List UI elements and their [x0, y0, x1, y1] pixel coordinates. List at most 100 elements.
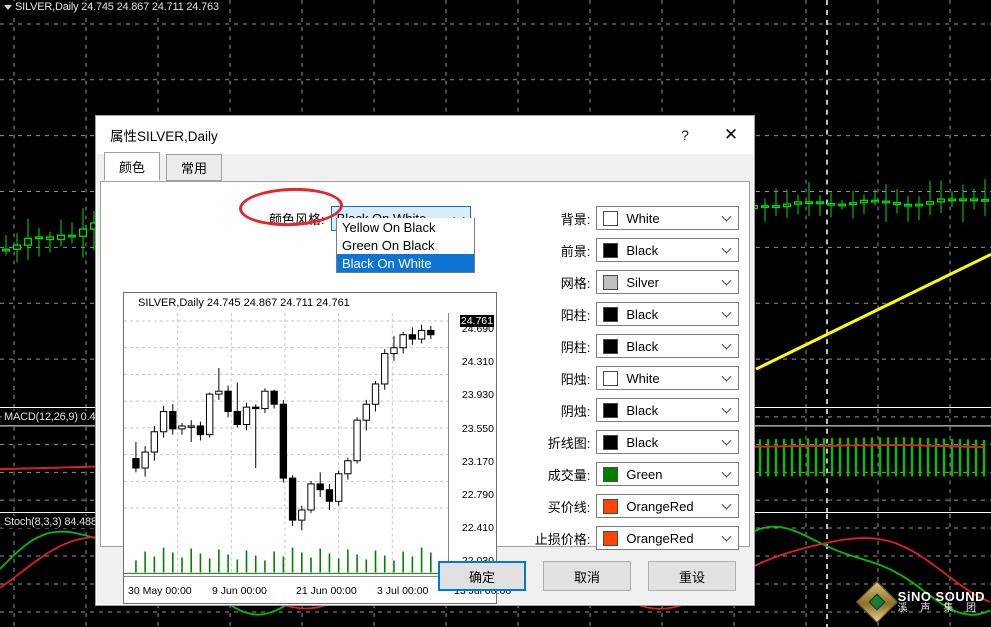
color-select[interactable]: White — [596, 366, 739, 390]
color-swatch — [603, 210, 619, 226]
color-scheme-option[interactable]: Yellow On Black — [337, 218, 474, 236]
preview-plot-canvas — [124, 313, 448, 577]
color-value: White — [626, 370, 660, 386]
color-swatch — [603, 402, 619, 418]
ok-button[interactable]: 确定 — [438, 561, 526, 591]
color-swatch — [603, 466, 619, 482]
color-setting-label: 成交量: — [547, 467, 591, 483]
color-setting-row: 阴柱: Black — [531, 330, 739, 362]
tab-colors[interactable]: 颜色 — [104, 152, 161, 181]
chevron-down-icon — [721, 211, 732, 222]
chevron-down-icon — [721, 403, 732, 414]
color-value: Black — [626, 242, 659, 258]
logo-text-cn: 溪 声 集 团 — [897, 602, 981, 614]
color-select[interactable]: White — [596, 206, 739, 230]
color-swatch — [603, 370, 619, 386]
color-scheme-option[interactable]: Black On White — [337, 254, 474, 272]
collapse-arrow-icon[interactable] — [4, 4, 12, 10]
color-setting-label: 阴烛: — [560, 403, 591, 419]
color-swatch — [603, 274, 619, 290]
tab-common[interactable]: 常用 — [166, 154, 223, 181]
color-setting-label: 阴柱: — [560, 339, 591, 355]
color-value: Black — [626, 434, 659, 450]
color-setting-label: 网格: — [560, 275, 591, 291]
color-setting-row: 买价线: OrangeRed — [531, 490, 739, 522]
color-select[interactable]: Green — [596, 462, 739, 486]
panel-clip-mask — [531, 182, 746, 198]
color-scheme-option[interactable]: Green On Black — [337, 236, 474, 254]
color-settings-list: 背景: White 前景: Black 网格: Silver 阳柱: Black 阴柱: Blac… — [531, 202, 739, 554]
color-select[interactable]: Silver — [596, 270, 739, 294]
price-pane-label: SILVER,Daily 24.745 24.867 24.711 24.763 — [2, 1, 221, 13]
price-tick-label: 23.170 — [461, 455, 494, 468]
color-scheme-dropdown-list[interactable]: Yellow On Black Green On Black Black On Wh… — [336, 218, 475, 273]
preview-header-text: SILVER,Daily 24.745 24.867 24.711 24.761 — [138, 297, 350, 309]
color-select[interactable]: OrangeRed — [596, 494, 739, 518]
color-swatch — [603, 338, 619, 354]
color-setting-label: 背景: — [560, 211, 591, 227]
color-select[interactable]: Black — [596, 398, 739, 422]
color-setting-label: 折线图: — [547, 435, 591, 451]
chart-properties-dialog: 属性SILVER,Daily ? ✕ 颜色 常用 颜色风格: Black On … — [95, 115, 755, 606]
preview-price-axis: 24.761 24.690 24.310 23.930 23.550 23.170 22.7… — [448, 313, 496, 576]
color-select[interactable]: Black — [596, 430, 739, 454]
color-setting-row: 成交量: Green — [531, 458, 739, 490]
color-setting-row: 阳烛: White — [531, 362, 739, 394]
price-pane-header-text: SILVER,Daily 24.745 24.867 24.711 24.763 — [15, 1, 219, 13]
color-value: OrangeRed — [626, 498, 694, 514]
color-value: Black — [626, 402, 659, 418]
price-tick-label: 23.930 — [461, 389, 494, 402]
color-setting-label: 前景: — [560, 243, 591, 259]
color-swatch — [603, 498, 619, 514]
cancel-button[interactable]: 取消 — [543, 561, 631, 591]
watermark-logo: SiNO SOUND 溪 声 集 团 — [855, 580, 985, 624]
chevron-down-icon — [721, 435, 732, 446]
logo-text-en: SiNO SOUND — [897, 588, 985, 604]
color-select[interactable]: Black — [596, 302, 739, 326]
color-swatch — [603, 306, 619, 322]
color-value: Green — [626, 466, 663, 482]
logo-diamond-icon — [855, 580, 898, 624]
color-swatch — [603, 242, 619, 258]
color-select[interactable]: Black — [596, 238, 739, 262]
dialog-tabs: 颜色 常用 — [100, 152, 750, 181]
color-setting-label: 买价线: — [547, 499, 591, 515]
color-setting-row: 网格: Silver — [531, 266, 739, 298]
chevron-down-icon — [721, 531, 732, 542]
price-tick-label: 24.310 — [461, 356, 494, 369]
help-icon[interactable]: ? — [662, 116, 708, 154]
color-setting-row: 折线图: Black — [531, 426, 739, 458]
dialog-titlebar[interactable]: 属性SILVER,Daily ? ✕ — [96, 116, 754, 154]
color-value: OrangeRed — [626, 530, 694, 546]
chevron-down-icon — [721, 243, 732, 254]
dialog-title: 属性SILVER,Daily — [110, 129, 218, 144]
color-value: Black — [626, 338, 659, 354]
price-tick-label: 24.690 — [461, 323, 494, 335]
color-setting-row: 背景: White — [531, 202, 739, 234]
color-value: Black — [626, 306, 659, 322]
chevron-down-icon — [721, 339, 732, 350]
chevron-down-icon — [721, 275, 732, 286]
color-setting-row: 阴烛: Black — [531, 394, 739, 426]
color-value: White — [626, 210, 660, 226]
price-tick-label: 22.410 — [461, 522, 494, 535]
price-tick-label: 23.550 — [461, 422, 494, 435]
color-setting-label: 阳柱: — [560, 307, 591, 323]
color-swatch — [603, 530, 619, 546]
color-setting-label: 阳烛: — [560, 371, 591, 387]
chevron-down-icon — [721, 307, 732, 318]
chevron-down-icon — [721, 499, 732, 510]
chevron-down-icon — [721, 467, 732, 478]
color-setting-row: 前景: Black — [531, 234, 739, 266]
color-value: Silver — [626, 274, 659, 290]
color-select[interactable]: Black — [596, 334, 739, 358]
close-icon[interactable]: ✕ — [708, 116, 754, 154]
color-setting-label: 止损价格: — [534, 531, 591, 547]
color-swatch — [603, 434, 619, 450]
macd-label: MACD(12,26,9) 0.425 — [2, 411, 110, 423]
chevron-down-icon — [721, 371, 732, 382]
color-scheme-label: 颜色风格: — [269, 212, 325, 227]
price-tick-label: 22.790 — [461, 489, 494, 501]
reset-button[interactable]: 重设 — [648, 561, 736, 591]
color-setting-row: 阳柱: Black — [531, 298, 739, 330]
